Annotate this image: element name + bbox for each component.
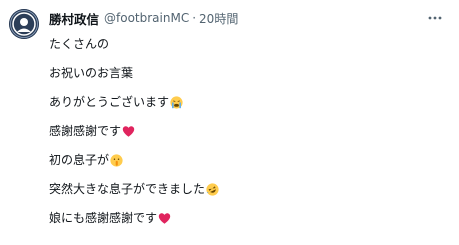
- tweet-line: たくさんの: [49, 35, 109, 53]
- tweet-line: ありがとうございます: [49, 93, 183, 111]
- tweet: 勝村政信 @footbrainMC · 20時間 たくさんの お祝いのお言葉 あ…: [0, 0, 459, 245]
- red-heart-icon: [158, 212, 171, 224]
- tweet-line: 突然大きな息子ができました: [49, 180, 219, 198]
- tweet-line: 感謝感謝です: [49, 122, 135, 140]
- crying-face-icon: [170, 95, 183, 109]
- shushing-face-icon: [110, 153, 123, 167]
- tweet-line-text: お祝いのお言葉: [49, 66, 134, 80]
- author-display-name[interactable]: 勝村政信: [49, 9, 99, 28]
- author-handle[interactable]: @footbrainMC: [104, 11, 189, 25]
- tweet-line-text: たくさんの: [49, 37, 110, 51]
- tweet-header: 勝村政信 @footbrainMC · 20時間: [49, 9, 238, 27]
- tweet-line-text: 突然大きな息子ができました: [49, 182, 206, 196]
- header-separator: ·: [192, 11, 197, 25]
- tweet-line-text: ありがとうございます: [49, 95, 170, 109]
- red-heart-icon: [122, 125, 135, 137]
- ellipsis-icon: [428, 16, 442, 20]
- more-options-button[interactable]: [425, 9, 445, 27]
- tweet-line: 娘にも感謝感謝です: [49, 209, 171, 227]
- avatar-emblem-icon: [9, 9, 39, 39]
- tweet-line-text: 娘にも感謝感謝です: [49, 211, 158, 225]
- tweet-line: 初の息子が: [49, 151, 123, 169]
- tweet-line-text: 感謝感謝です: [49, 124, 122, 138]
- avatar[interactable]: [9, 9, 39, 39]
- rofl-face-icon: [206, 182, 219, 196]
- tweet-line-text: 初の息子が: [49, 153, 110, 167]
- tweet-timestamp[interactable]: 20時間: [199, 10, 238, 27]
- tweet-line: お祝いのお言葉: [49, 64, 133, 82]
